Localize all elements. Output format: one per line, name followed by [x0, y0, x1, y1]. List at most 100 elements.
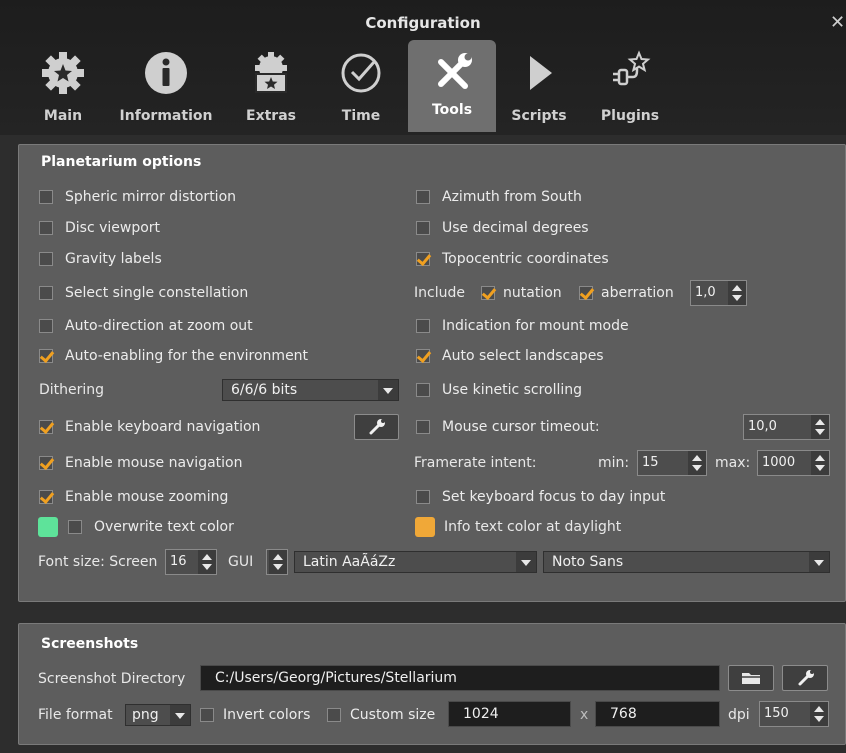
auto-environment-checkbox[interactable]	[39, 349, 53, 363]
tab-time[interactable]: Time	[326, 40, 396, 132]
aberration-checkbox[interactable]	[579, 286, 593, 300]
auto-landscapes-option[interactable]: Auto select landscapes	[416, 345, 604, 367]
screen-font-spinbox[interactable]: 16	[165, 549, 217, 575]
aberration-factor-value: 1,0	[695, 285, 716, 300]
mouse-navigation-option[interactable]: Enable mouse navigation	[39, 452, 242, 474]
chevron-down-icon	[378, 380, 398, 400]
overwrite-color-checkbox[interactable]	[68, 520, 82, 534]
spheric-mirror-checkbox[interactable]	[39, 190, 53, 204]
mount-mode-checkbox[interactable]	[416, 319, 430, 333]
custom-size-label: Custom size	[350, 707, 436, 723]
auto-direction-checkbox[interactable]	[39, 319, 53, 333]
screenshot-directory-label: Screenshot Directory	[38, 671, 186, 687]
close-icon[interactable]: ✕	[830, 12, 845, 33]
tab-information[interactable]: Information	[110, 40, 222, 132]
dpi-label: dpi	[728, 707, 750, 723]
keyboard-focus-option[interactable]: Set keyboard focus to day input	[416, 486, 665, 508]
custom-size-option[interactable]: Custom size	[327, 704, 435, 726]
single-constellation-checkbox[interactable]	[39, 286, 53, 300]
invert-colors-label: Invert colors	[223, 707, 311, 723]
script-sample-select[interactable]: Latin AaÃáZz	[294, 551, 537, 573]
cursor-timeout-checkbox[interactable]	[416, 420, 430, 434]
topocentric-checkbox[interactable]	[416, 252, 430, 266]
spin-arrows-icon[interactable]	[811, 451, 829, 475]
auto-environment-option[interactable]: Auto-enabling for the environment	[39, 345, 308, 367]
decimal-degrees-option[interactable]: Use decimal degrees	[416, 217, 589, 239]
dithering-select[interactable]: 6/6/6 bits	[222, 379, 399, 401]
azimuth-south-option[interactable]: Azimuth from South	[416, 186, 582, 208]
spheric-mirror-option[interactable]: Spheric mirror distortion	[39, 186, 236, 208]
wrench-icon	[369, 419, 385, 435]
custom-size-checkbox[interactable]	[327, 708, 341, 722]
daylight-color-label: Info text color at daylight	[444, 519, 622, 535]
framerate-min-spinbox[interactable]: 15	[637, 450, 707, 476]
tab-extras[interactable]: Extras	[236, 40, 306, 132]
framerate-min-value: 15	[642, 455, 659, 470]
azimuth-south-checkbox[interactable]	[416, 190, 430, 204]
decimal-degrees-label: Use decimal degrees	[442, 220, 589, 236]
invert-colors-checkbox[interactable]	[200, 708, 214, 722]
script-sample-value: Latin AaÃáZz	[303, 554, 396, 570]
mount-mode-option[interactable]: Indication for mount mode	[416, 315, 629, 337]
tab-tools[interactable]: Tools	[408, 40, 496, 132]
spin-arrows-icon[interactable]	[688, 451, 706, 475]
overwrite-color-swatch[interactable]	[38, 517, 58, 537]
spheric-mirror-label: Spheric mirror distortion	[65, 189, 237, 205]
screenshots-title: Screenshots	[41, 636, 139, 652]
screenshot-directory-input[interactable]: C:/Users/Georg/Pictures/Stellarium	[200, 665, 720, 691]
disc-viewport-checkbox[interactable]	[39, 221, 53, 235]
overwrite-color-label: Overwrite text color	[94, 519, 234, 535]
tab-plugins[interactable]: Plugins	[594, 40, 666, 132]
custom-height-input[interactable]: 768	[595, 701, 720, 727]
invert-colors-option[interactable]: Invert colors	[200, 704, 310, 726]
include-label: Include	[414, 285, 465, 301]
keyboard-navigation-checkbox[interactable]	[39, 420, 53, 434]
tab-plugins-label: Plugins	[600, 108, 660, 124]
framerate-max-spinbox[interactable]: 1000	[757, 450, 830, 476]
spin-arrows-icon[interactable]	[811, 415, 829, 439]
kinetic-scrolling-checkbox[interactable]	[416, 383, 430, 397]
nutation-checkbox[interactable]	[481, 286, 495, 300]
cursor-timeout-spinbox[interactable]: 10,0	[743, 414, 830, 440]
disc-viewport-option[interactable]: Disc viewport	[39, 217, 160, 239]
topocentric-option[interactable]: Topocentric coordinates	[416, 248, 609, 270]
auto-direction-option[interactable]: Auto-direction at zoom out	[39, 315, 253, 337]
gui-font-spinbox[interactable]	[266, 549, 288, 575]
wrench-icon	[798, 670, 814, 686]
custom-width-input[interactable]: 1024	[448, 701, 571, 727]
nutation-option[interactable]: nutation	[481, 282, 562, 304]
gravity-labels-option[interactable]: Gravity labels	[39, 248, 162, 270]
keyboard-focus-checkbox[interactable]	[416, 490, 430, 504]
tab-scripts[interactable]: Scripts	[508, 40, 570, 132]
spin-arrows-icon[interactable]	[269, 550, 287, 574]
aberration-factor-spinbox[interactable]: 1,0	[690, 280, 747, 306]
mouse-navigation-checkbox[interactable]	[39, 456, 53, 470]
gravity-labels-checkbox[interactable]	[39, 252, 53, 266]
decimal-degrees-checkbox[interactable]	[416, 221, 430, 235]
font-family-select[interactable]: Noto Sans	[543, 551, 830, 573]
gravity-labels-label: Gravity labels	[65, 251, 162, 267]
spin-arrows-icon[interactable]	[198, 550, 216, 574]
aberration-option[interactable]: aberration	[579, 282, 674, 304]
cursor-timeout-option[interactable]: Mouse cursor timeout:	[416, 416, 600, 438]
mouse-zooming-option[interactable]: Enable mouse zooming	[39, 486, 228, 508]
auto-landscapes-label: Auto select landscapes	[442, 348, 604, 364]
auto-direction-label: Auto-direction at zoom out	[65, 318, 253, 334]
keyboard-navigation-option[interactable]: Enable keyboard navigation	[39, 416, 260, 438]
file-format-select[interactable]: png	[125, 704, 191, 726]
mouse-zooming-checkbox[interactable]	[39, 490, 53, 504]
spin-arrows-icon[interactable]	[810, 702, 828, 726]
daylight-color-swatch[interactable]	[415, 517, 435, 537]
tab-main[interactable]: Main	[28, 40, 98, 132]
single-constellation-option[interactable]: Select single constellation	[39, 282, 248, 304]
spin-arrows-icon[interactable]	[728, 281, 746, 305]
browse-directory-button[interactable]	[728, 665, 774, 691]
auto-landscapes-checkbox[interactable]	[416, 349, 430, 363]
keyboard-shortcuts-button[interactable]	[354, 414, 399, 440]
overwrite-color-option[interactable]: Overwrite text color	[68, 516, 234, 538]
tab-main-label: Main	[43, 108, 83, 124]
kinetic-scrolling-option[interactable]: Use kinetic scrolling	[416, 379, 582, 401]
dpi-spinbox[interactable]: 150	[759, 701, 829, 727]
screenshot-settings-button[interactable]	[782, 665, 828, 691]
azimuth-south-label: Azimuth from South	[442, 189, 582, 205]
